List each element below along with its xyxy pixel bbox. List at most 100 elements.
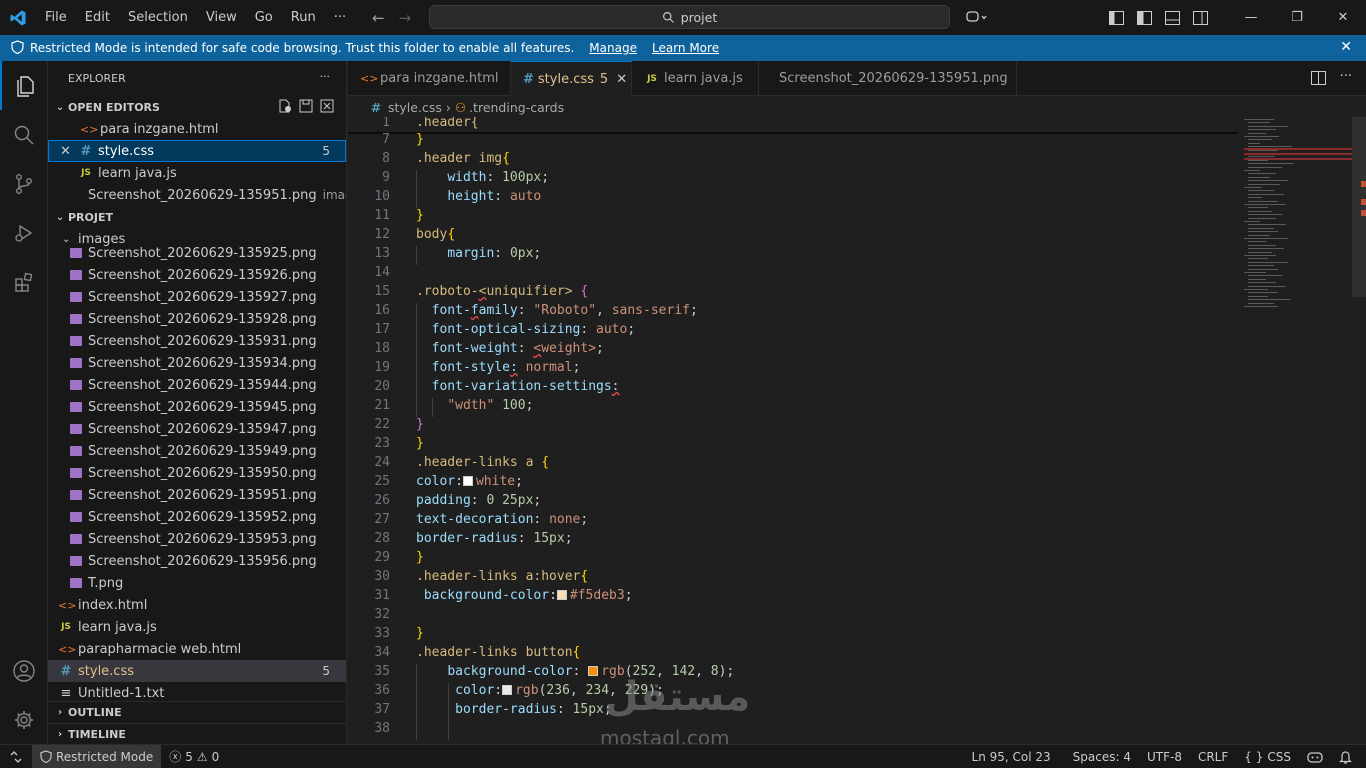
notifications-bell-icon[interactable] — [1331, 750, 1360, 764]
tree-file-item[interactable]: # style.css 5 — [48, 660, 346, 682]
accounts-icon[interactable] — [0, 646, 48, 695]
tree-file-item[interactable]: Screenshot_20260629-135950.png — [48, 462, 346, 484]
close-window-icon[interactable]: ✕ — [1320, 10, 1366, 25]
code-line-20[interactable]: font-variation-settings: — [416, 379, 620, 394]
open-editor-item-active[interactable]: ✕ # style.css 5 — [48, 140, 346, 162]
new-untitled-file-icon[interactable] — [278, 99, 292, 116]
tree-file-item[interactable]: Screenshot_20260629-135945.png — [48, 396, 346, 418]
minimap[interactable] — [1244, 117, 1352, 744]
settings-gear-icon[interactable] — [0, 695, 48, 744]
save-all-icon[interactable] — [299, 99, 313, 116]
code-line-16[interactable]: font-family: "Roboto", sans-serif; — [416, 303, 698, 318]
code-line-15[interactable]: .roboto-<uniquifier> { — [416, 284, 588, 299]
tab-para-inzgane[interactable]: <> para inzgane.html — [348, 61, 511, 96]
tree-file-item[interactable]: Screenshot_20260629-135928.png — [48, 308, 346, 330]
tree-file-item[interactable]: JS learn java.js — [48, 616, 346, 638]
sticky-line[interactable]: .header{ — [416, 117, 479, 130]
code-line-24[interactable]: .header-links a { — [416, 455, 549, 470]
menu-edit[interactable]: Edit — [76, 0, 119, 35]
code-line-22[interactable]: } — [416, 417, 424, 432]
editor-more-actions-icon[interactable]: ··· — [1340, 69, 1352, 84]
minimize-icon[interactable]: — — [1228, 10, 1274, 25]
learn-more-link[interactable]: Learn More — [652, 41, 719, 55]
tab-style-css[interactable]: # style.css 5 ✕ — [511, 61, 632, 96]
code-line-26[interactable]: padding: 0 25px; — [416, 493, 541, 508]
close-banner-icon[interactable]: ✕ — [1340, 39, 1352, 55]
close-all-editors-icon[interactable] — [320, 99, 334, 116]
code-line-37[interactable]: border-radius: 15px; — [416, 702, 612, 717]
encoding[interactable]: UTF-8 — [1139, 750, 1190, 764]
menu-go[interactable]: Go — [246, 0, 282, 35]
language-mode[interactable]: { } CSS — [1236, 750, 1299, 764]
open-editor-item[interactable]: JS learn java.js — [48, 162, 346, 184]
code-editor[interactable]: 1 .header{ 7 8 9 10 11 12 13 14 15 16 17 18 19 20 21 22… — [348, 117, 1366, 744]
toggle-primary-sidebar-icon[interactable] — [1102, 10, 1130, 25]
project-header[interactable]: ⌄ PROJET — [48, 206, 346, 228]
code-line-33[interactable]: } — [416, 626, 424, 641]
cursor-position[interactable]: Ln 95, Col 23 — [964, 750, 1059, 764]
tree-file-item[interactable]: Screenshot_20260629-135956.png — [48, 550, 346, 572]
source-control-icon[interactable] — [0, 159, 48, 208]
open-editors-header[interactable]: ⌄ OPEN EDITORS — [48, 96, 346, 118]
tree-file-item[interactable]: Screenshot_20260629-135947.png — [48, 418, 346, 440]
code-line-17[interactable]: font-optical-sizing: auto; — [416, 322, 636, 337]
menu-file[interactable]: File — [36, 0, 76, 35]
menu-run[interactable]: Run — [282, 0, 325, 35]
outline-header[interactable]: › OUTLINE — [48, 701, 346, 723]
tree-file-item[interactable]: Screenshot_20260629-135927.png — [48, 286, 346, 308]
code-line-30[interactable]: .header-links a:hover{ — [416, 569, 588, 584]
split-editor-icon[interactable] — [1311, 71, 1326, 89]
tree-file-item[interactable]: <> index.html — [48, 594, 346, 616]
breadcrumb-symbol[interactable]: .trending-cards — [469, 100, 564, 115]
tree-file-item[interactable]: Screenshot_20260629-135925.png — [48, 242, 346, 264]
code-line-9[interactable]: width: 100px; — [416, 170, 549, 185]
code-line-29[interactable]: } — [416, 550, 424, 565]
breadcrumb-file[interactable]: style.css — [388, 100, 442, 115]
problems-indicator[interactable]: ⓧ 5 ⚠ 0 — [161, 748, 227, 765]
code-line-13[interactable]: margin: 0px; — [416, 246, 541, 261]
tree-file-item[interactable]: <> parapharmacie web.html — [48, 638, 346, 660]
remote-indicator-icon[interactable] — [0, 745, 32, 768]
code-line-21[interactable]: "wdth" 100; — [416, 398, 533, 413]
tree-file-item[interactable]: T.png — [48, 572, 346, 594]
tree-file-item[interactable]: Screenshot_20260629-135944.png — [48, 374, 346, 396]
tree-file-item[interactable]: Screenshot_20260629-135952.png — [48, 506, 346, 528]
menu-more[interactable]: ··· — [325, 0, 355, 35]
end-of-line[interactable]: CRLF — [1190, 750, 1236, 764]
code-line-18[interactable]: font-weight: <weight>; — [416, 341, 604, 356]
code-line-19[interactable]: font-style: normal; — [416, 360, 581, 375]
tree-file-item[interactable]: Screenshot_20260629-135934.png — [48, 352, 346, 374]
code-line-10[interactable]: height: auto — [416, 189, 541, 204]
search-icon[interactable] — [0, 110, 48, 159]
tree-file-item[interactable]: Screenshot_20260629-135949.png — [48, 440, 346, 462]
scrollbar-thumb[interactable] — [1352, 117, 1366, 297]
open-editor-item[interactable]: <> para inzgane.html — [48, 118, 346, 140]
forward-arrow-icon[interactable]: → — [399, 9, 412, 27]
back-arrow-icon[interactable]: ← — [372, 9, 385, 27]
code-line-12[interactable]: body{ — [416, 227, 455, 242]
explorer-more-actions-icon[interactable]: ··· — [320, 70, 331, 83]
toggle-panel-icon[interactable] — [1158, 10, 1186, 25]
color-swatch-orange[interactable] — [588, 666, 599, 676]
restore-icon[interactable]: ❐ — [1274, 10, 1320, 25]
menu-view[interactable]: View — [197, 0, 246, 35]
code-line-31[interactable]: background-color: #f5deb3; — [416, 588, 633, 603]
vertical-scrollbar[interactable] — [1352, 117, 1366, 744]
tree-file-item[interactable]: Screenshot_20260629-135926.png — [48, 264, 346, 286]
code-line-8[interactable]: .header img{ — [416, 151, 510, 166]
close-tab-icon[interactable]: ✕ — [616, 72, 627, 87]
close-editor-icon[interactable]: ✕ — [60, 144, 78, 159]
run-debug-icon[interactable] — [0, 208, 48, 257]
tree-file-item[interactable]: Screenshot_20260629-135931.png — [48, 330, 346, 352]
code-line-28[interactable]: border-radius: 15px; — [416, 531, 573, 546]
restricted-mode-indicator[interactable]: Restricted Mode — [32, 744, 162, 768]
color-swatch-wheat[interactable] — [556, 590, 567, 600]
tree-file-item[interactable]: Screenshot_20260629-135953.png — [48, 528, 346, 550]
code-line-11[interactable]: } — [416, 208, 424, 223]
copilot-icon[interactable] — [960, 10, 994, 25]
code-line-34[interactable]: .header-links button{ — [416, 645, 580, 660]
code-line-7[interactable]: } — [416, 132, 424, 147]
extensions-icon[interactable] — [0, 257, 48, 306]
menu-selection[interactable]: Selection — [119, 0, 197, 35]
tab-screenshot[interactable]: Screenshot_20260629-135951.png — [759, 61, 1017, 96]
